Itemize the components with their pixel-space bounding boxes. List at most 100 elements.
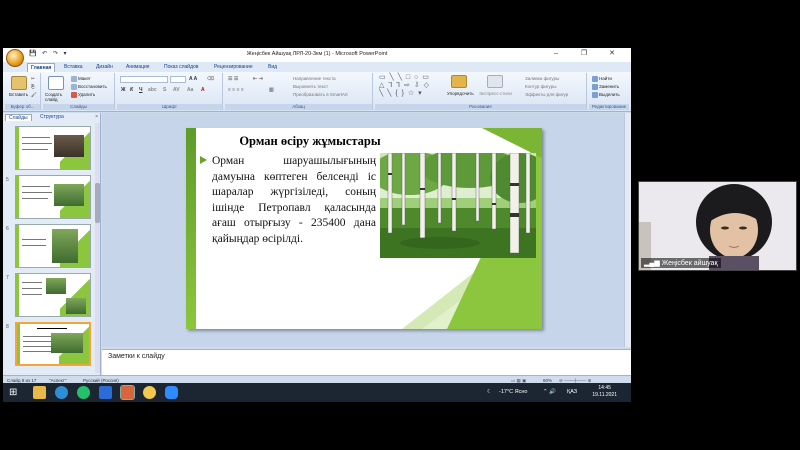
font-color-button[interactable]: A — [201, 87, 205, 93]
notes-placeholder: Заметки к слайду — [108, 353, 165, 360]
powerpoint-icon[interactable] — [120, 385, 135, 400]
slide-thumbnail-selected[interactable] — [15, 322, 91, 366]
thumbnail-photo — [54, 135, 84, 157]
bullets-button[interactable]: ☰ ☰ — [228, 76, 238, 82]
whatsapp-icon[interactable] — [77, 386, 90, 399]
slide-thumbnail[interactable] — [15, 175, 91, 219]
notes-pane[interactable]: Заметки к слайду — [102, 349, 631, 375]
text-direction-button[interactable]: Направление текста — [293, 76, 336, 81]
slide-number: 7 — [6, 275, 9, 281]
find-icon — [592, 76, 598, 82]
smartart-button[interactable]: Преобразовать в SmartArt — [293, 92, 348, 97]
birch-forest-photo[interactable] — [380, 153, 536, 258]
slides-group-label: Слайды — [43, 104, 114, 110]
shape-outline-button[interactable]: Контур фигуры — [525, 84, 556, 89]
minimize-button[interactable]: – — [543, 50, 569, 57]
slide-workspace: Орман өсіру жұмыстары Орман шаруашылығын… — [102, 113, 631, 347]
tab-slides[interactable]: Слайды — [5, 114, 32, 121]
clear-format-icon[interactable]: ⌫ — [207, 76, 214, 82]
strikethrough-button[interactable]: abc — [148, 87, 157, 93]
office-button[interactable] — [6, 49, 24, 67]
maximize-button[interactable]: ❐ — [571, 49, 597, 57]
bullet-arrow-icon — [200, 156, 207, 164]
slide-vertical-scrollbar[interactable] — [624, 113, 631, 347]
replace-button[interactable]: Заменить — [592, 84, 619, 90]
tab-animation[interactable]: Анимация — [123, 63, 152, 72]
tray-icons[interactable]: ⌃ 🔊 — [543, 389, 556, 395]
indent-button[interactable]: ⇤ ⇥ — [253, 76, 263, 82]
tab-outline[interactable]: Структура — [37, 114, 67, 120]
slide-canvas[interactable]: Орман өсіру жұмыстары Орман шаруашылығын… — [186, 128, 542, 329]
font-size-select[interactable] — [170, 76, 186, 83]
align-buttons[interactable]: ≡ ≡ ≡ ≡ — [228, 87, 244, 93]
arrange-button[interactable]: Упорядочить — [447, 91, 474, 96]
paragraph-group: ☰ ☰ ⇤ ⇥ ≡ ≡ ≡ ≡ ▥ Направление текста Выр… — [225, 73, 373, 110]
thumbnail-photo — [54, 184, 84, 206]
windows-taskbar: ⊞ ☾ -17°C Ясно ⌃ 🔊 ҚАЗ 14:45 19.11.2021 — [3, 383, 631, 402]
spacing-button[interactable]: AV — [173, 87, 180, 93]
slides-group: Создать слайд Макет Восстановить Удалить… — [43, 73, 115, 110]
clipboard-group-label: Буфер об... — [5, 104, 40, 110]
delete-slide-button[interactable]: Удалить — [71, 92, 95, 98]
slide-body-paragraph: Орман шаруашылығының дамуына көптеген бе… — [212, 155, 376, 245]
keyboard-language[interactable]: ҚАЗ — [567, 389, 577, 395]
pane-close-icon[interactable]: × — [95, 114, 98, 120]
cut-icon[interactable]: ✂ — [31, 76, 35, 82]
italic-button[interactable]: К — [130, 87, 133, 93]
slide-thumbnail[interactable] — [15, 126, 91, 170]
reset-icon — [71, 84, 77, 90]
slide-title[interactable]: Орман өсіру жұмыстары — [206, 134, 414, 149]
file-explorer-icon[interactable] — [33, 386, 46, 399]
paste-button[interactable]: Вставить — [9, 92, 28, 97]
font-name-select[interactable] — [120, 76, 168, 83]
tab-home[interactable]: Главная — [27, 63, 56, 72]
slides-pane-scrollbar[interactable] — [95, 123, 100, 373]
system-clock[interactable]: 14:45 19.11.2021 — [592, 385, 617, 399]
reset-button[interactable]: Восстановить — [71, 84, 107, 90]
start-icon[interactable]: ⊞ — [9, 386, 22, 399]
weather-widget[interactable]: -17°C Ясно — [499, 389, 527, 395]
drawing-group-label: Рисование — [375, 104, 586, 110]
replace-icon — [592, 84, 598, 90]
edge-icon[interactable] — [55, 386, 68, 399]
slide-body-text[interactable]: Орман шаруашылығының дамуына көптеген бе… — [200, 154, 376, 247]
find-button[interactable]: Найти — [592, 76, 612, 82]
chrome-icon[interactable] — [143, 386, 156, 399]
format-painter-icon[interactable]: 🖌 — [31, 92, 37, 98]
layout-button[interactable]: Макет — [71, 76, 91, 82]
grow-font-icon[interactable]: A A — [189, 76, 197, 82]
shapes-gallery[interactable]: ▭ ╲ ╲ □ ○ ▭ △ ⅂ ⅂ ⇨ ⇩ ◇ ╲ ╲ { } ☆ ▾ — [379, 74, 430, 98]
slide-thumbnail[interactable] — [15, 224, 91, 268]
change-case-button[interactable]: Aa — [187, 87, 193, 93]
tab-view[interactable]: Вид — [265, 63, 280, 72]
quick-styles-button[interactable]: Экспресс-стили — [479, 91, 512, 96]
new-slide-button[interactable]: Создать слайд — [45, 92, 71, 102]
tab-slideshow[interactable]: Показ слайдов — [161, 63, 201, 72]
weather-icon: ☾ — [487, 389, 492, 395]
ribbon: Вставить ✂ ⎘ 🖌 Буфер об... Создать слайд… — [3, 72, 631, 112]
bold-button[interactable]: Ж — [121, 87, 126, 93]
shadow-button[interactable]: S — [163, 87, 166, 93]
select-button[interactable]: Выделить — [592, 92, 620, 98]
paragraph-group-label: Абзац — [225, 104, 372, 110]
layout-icon — [71, 76, 77, 82]
tab-review[interactable]: Рецензирование — [211, 63, 256, 72]
window-controls: – ❐ ✕ — [543, 49, 625, 57]
tab-insert[interactable]: Вставка — [61, 63, 86, 72]
word-icon[interactable] — [99, 386, 112, 399]
columns-button[interactable]: ▥ — [269, 87, 274, 93]
thumbnail-photo — [46, 278, 66, 294]
slide-thumbnail[interactable] — [15, 273, 91, 317]
shape-effects-button[interactable]: Эффекты для фигур — [525, 92, 568, 97]
underline-button[interactable]: Ч — [139, 87, 143, 93]
pane-tabs: Слайды Структура × — [3, 113, 101, 122]
editing-group-label: Редактирование — [589, 104, 629, 110]
tab-design[interactable]: Дизайн — [93, 63, 116, 72]
drawing-group: ▭ ╲ ╲ □ ○ ▭ △ ⅂ ⅂ ⇨ ⇩ ◇ ╲ ╲ { } ☆ ▾ Упоряд… — [375, 73, 587, 110]
new-slide-icon — [48, 76, 64, 90]
close-button[interactable]: ✕ — [599, 49, 625, 57]
copy-icon[interactable]: ⎘ — [31, 84, 35, 89]
shape-fill-button[interactable]: Заливка фигуры — [525, 76, 559, 81]
zoom-app-icon[interactable] — [165, 386, 178, 399]
align-text-button[interactable]: Выровнять текст — [293, 84, 328, 89]
